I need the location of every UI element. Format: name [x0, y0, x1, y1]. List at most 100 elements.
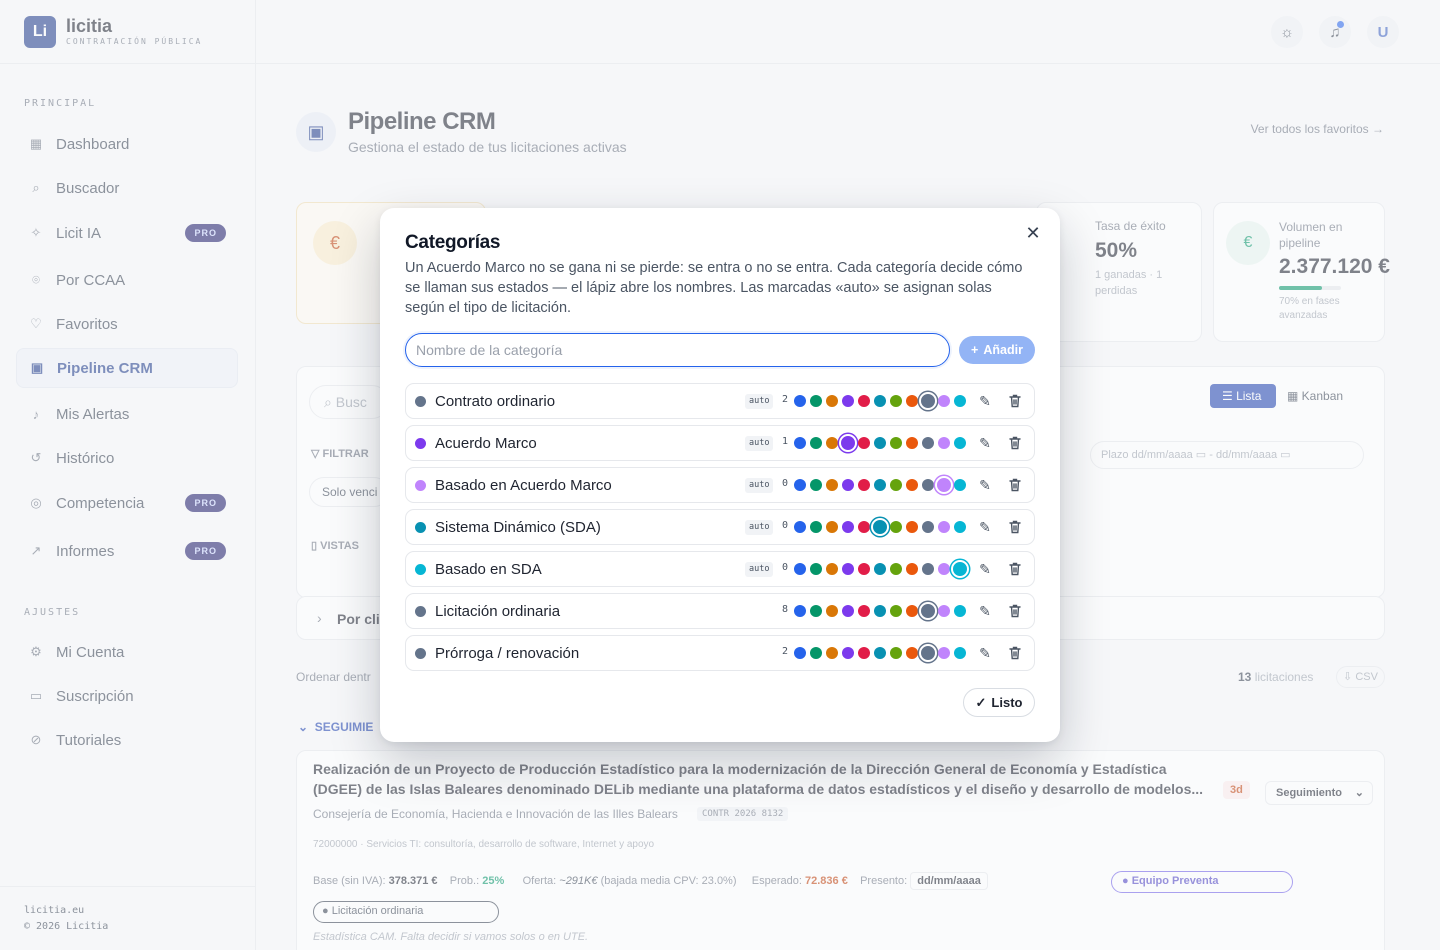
pencil-icon[interactable]: ✎: [976, 476, 994, 494]
color-swatch[interactable]: [826, 605, 838, 617]
color-swatch[interactable]: [938, 563, 950, 575]
color-swatch[interactable]: [794, 395, 806, 407]
color-swatch[interactable]: [842, 605, 854, 617]
color-swatch[interactable]: [794, 437, 806, 449]
color-swatch[interactable]: [906, 605, 918, 617]
color-swatch[interactable]: [890, 395, 902, 407]
color-swatch[interactable]: [810, 605, 822, 617]
color-swatch[interactable]: [874, 395, 886, 407]
color-swatch[interactable]: [890, 437, 902, 449]
pencil-icon[interactable]: ✎: [976, 602, 994, 620]
trash-icon[interactable]: [1006, 476, 1024, 494]
trash-icon[interactable]: [1006, 602, 1024, 620]
category-row[interactable]: Basado en Acuerdo Marco auto 0 ✎: [405, 467, 1035, 503]
color-swatch[interactable]: [839, 434, 857, 452]
color-swatch[interactable]: [858, 521, 870, 533]
color-swatch[interactable]: [810, 563, 822, 575]
color-swatch[interactable]: [890, 521, 902, 533]
color-swatch[interactable]: [810, 437, 822, 449]
color-swatch[interactable]: [874, 437, 886, 449]
color-swatch[interactable]: [935, 476, 953, 494]
close-button[interactable]: ✕: [1024, 224, 1042, 242]
color-swatch[interactable]: [842, 395, 854, 407]
category-row[interactable]: Basado en SDA auto 0 ✎: [405, 551, 1035, 587]
color-swatch[interactable]: [810, 647, 822, 659]
color-swatch[interactable]: [842, 563, 854, 575]
done-button[interactable]: ✓ Listo: [963, 688, 1035, 717]
color-swatch[interactable]: [826, 395, 838, 407]
add-category-button[interactable]: + Añadir: [959, 336, 1035, 364]
category-row[interactable]: Prórroga / renovación 2 ✎: [405, 635, 1035, 671]
color-swatch[interactable]: [794, 605, 806, 617]
color-swatch[interactable]: [810, 479, 822, 491]
color-swatch[interactable]: [938, 437, 950, 449]
color-swatch[interactable]: [858, 563, 870, 575]
color-swatch[interactable]: [922, 521, 934, 533]
category-row[interactable]: Acuerdo Marco auto 1 ✎: [405, 425, 1035, 461]
category-row[interactable]: Contrato ordinario auto 2 ✎: [405, 383, 1035, 419]
color-swatch[interactable]: [890, 479, 902, 491]
trash-icon[interactable]: [1006, 644, 1024, 662]
color-swatch[interactable]: [794, 521, 806, 533]
color-swatch[interactable]: [906, 563, 918, 575]
color-swatch[interactable]: [874, 647, 886, 659]
color-swatch[interactable]: [906, 479, 918, 491]
color-swatch[interactable]: [858, 479, 870, 491]
color-swatch[interactable]: [919, 644, 937, 662]
color-swatch[interactable]: [826, 521, 838, 533]
category-name-input[interactable]: [405, 333, 950, 367]
color-swatch[interactable]: [858, 395, 870, 407]
color-swatch[interactable]: [858, 605, 870, 617]
color-swatch[interactable]: [919, 602, 937, 620]
color-swatch[interactable]: [906, 647, 918, 659]
color-swatch[interactable]: [826, 437, 838, 449]
color-swatch[interactable]: [906, 437, 918, 449]
color-swatch[interactable]: [826, 647, 838, 659]
color-swatch[interactable]: [906, 521, 918, 533]
color-swatch[interactable]: [954, 647, 966, 659]
trash-icon[interactable]: [1006, 392, 1024, 410]
color-swatch[interactable]: [826, 563, 838, 575]
pencil-icon[interactable]: ✎: [976, 518, 994, 536]
color-swatch[interactable]: [874, 605, 886, 617]
color-swatch[interactable]: [938, 395, 950, 407]
color-swatch[interactable]: [874, 479, 886, 491]
color-swatch[interactable]: [954, 437, 966, 449]
color-swatch[interactable]: [919, 392, 937, 410]
color-swatch[interactable]: [874, 563, 886, 575]
color-swatch[interactable]: [922, 479, 934, 491]
color-swatch[interactable]: [954, 479, 966, 491]
color-swatch[interactable]: [826, 479, 838, 491]
pencil-icon[interactable]: ✎: [976, 644, 994, 662]
pencil-icon[interactable]: ✎: [976, 434, 994, 452]
color-swatch[interactable]: [890, 605, 902, 617]
color-swatch[interactable]: [858, 647, 870, 659]
category-row[interactable]: Sistema Dinámico (SDA) auto 0 ✎: [405, 509, 1035, 545]
color-swatch[interactable]: [922, 437, 934, 449]
pencil-icon[interactable]: ✎: [976, 392, 994, 410]
color-swatch[interactable]: [922, 563, 934, 575]
color-swatch[interactable]: [890, 563, 902, 575]
color-swatch[interactable]: [954, 395, 966, 407]
color-swatch[interactable]: [951, 560, 969, 578]
color-swatch[interactable]: [858, 437, 870, 449]
color-swatch[interactable]: [842, 521, 854, 533]
color-swatch[interactable]: [842, 479, 854, 491]
color-swatch[interactable]: [906, 395, 918, 407]
trash-icon[interactable]: [1006, 518, 1024, 536]
trash-icon[interactable]: [1006, 560, 1024, 578]
color-swatch[interactable]: [842, 647, 854, 659]
color-swatch[interactable]: [938, 647, 950, 659]
color-swatch[interactable]: [794, 479, 806, 491]
color-swatch[interactable]: [938, 605, 950, 617]
category-row[interactable]: Licitación ordinaria 8 ✎: [405, 593, 1035, 629]
color-swatch[interactable]: [890, 647, 902, 659]
color-swatch[interactable]: [794, 647, 806, 659]
color-swatch[interactable]: [938, 521, 950, 533]
color-swatch[interactable]: [954, 605, 966, 617]
color-swatch[interactable]: [810, 395, 822, 407]
pencil-icon[interactable]: ✎: [976, 560, 994, 578]
color-swatch[interactable]: [794, 563, 806, 575]
color-swatch[interactable]: [810, 521, 822, 533]
color-swatch[interactable]: [871, 518, 889, 536]
